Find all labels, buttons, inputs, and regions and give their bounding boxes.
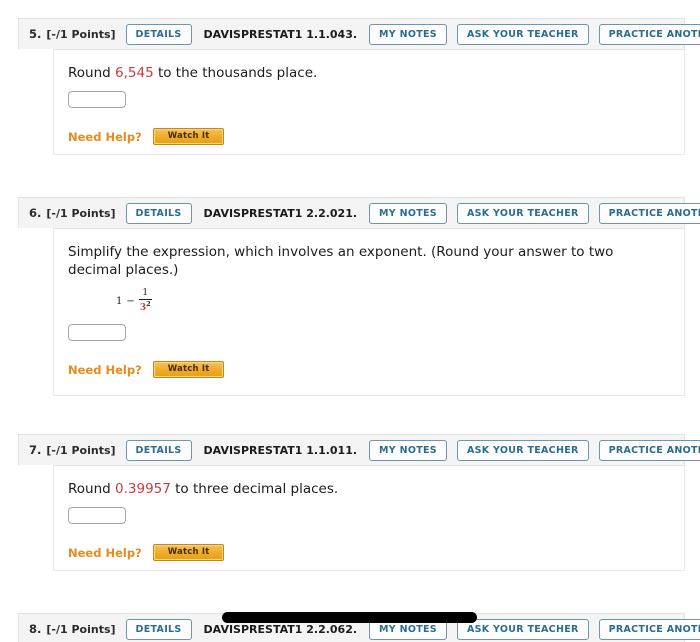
prompt-suffix: to three decimal places. bbox=[170, 481, 339, 497]
question-header-7: 7. [-/1 Points] DETAILS DAVISPRESTAT1 1.… bbox=[18, 434, 700, 465]
details-button-7[interactable]: DETAILS bbox=[125, 439, 192, 461]
question-code-6: DAVISPRESTAT1 2.2.021. bbox=[203, 206, 358, 220]
question-number-6: 6. bbox=[29, 206, 42, 220]
question-points-8: [-/1 Points] bbox=[46, 622, 116, 636]
answer-input-7[interactable] bbox=[68, 507, 126, 524]
question-header-5: 5. [-/1 Points] DETAILS DAVISPRESTAT1 1.… bbox=[18, 18, 700, 49]
question-card-5: 5. [-/1 Points] DETAILS DAVISPRESTAT1 1.… bbox=[18, 18, 700, 155]
question-header-6: 6. [-/1 Points] DETAILS DAVISPRESTAT1 2.… bbox=[18, 197, 700, 228]
fraction-numerator: 1 bbox=[142, 288, 149, 298]
question-number-8: 8. bbox=[29, 622, 42, 636]
need-help-row-5: Need Help? Watch It bbox=[68, 128, 670, 145]
math-operator: − bbox=[126, 295, 135, 307]
question-body-7: Round 0.39957 to three decimal places. N… bbox=[53, 465, 685, 571]
prompt-prefix: Round bbox=[68, 65, 116, 81]
watch-it-button-6[interactable]: Watch It bbox=[152, 361, 225, 378]
ask-your-teacher-button-8[interactable]: ASK YOUR TEACHER bbox=[456, 618, 589, 640]
question-points-5: [-/1 Points] bbox=[46, 27, 116, 41]
question-points-7: [-/1 Points] bbox=[46, 443, 116, 457]
question-prompt-5: Round 6,545 to the thousands place. bbox=[68, 64, 670, 82]
practice-another-button-7[interactable]: PRACTICE ANOTHER bbox=[598, 439, 700, 461]
practice-another-button-8[interactable]: PRACTICE ANOTHER bbox=[598, 618, 700, 640]
question-prompt-6: Simplify the expression, which involves … bbox=[68, 244, 614, 278]
prompt-suffix: to the thousands place. bbox=[153, 65, 318, 81]
details-button-8[interactable]: DETAILS bbox=[125, 618, 192, 640]
fraction-denominator: 32 bbox=[140, 300, 151, 313]
practice-another-button-6[interactable]: PRACTICE ANOTHER bbox=[598, 202, 700, 224]
watch-it-button-7[interactable]: Watch It bbox=[152, 544, 225, 561]
question-points-6: [-/1 Points] bbox=[46, 206, 116, 220]
ask-your-teacher-button-5[interactable]: ASK YOUR TEACHER bbox=[456, 23, 589, 45]
need-help-label-5: Need Help? bbox=[68, 129, 142, 144]
prompt-value: 6,545 bbox=[115, 65, 154, 81]
my-notes-button-5[interactable]: MY NOTES bbox=[369, 23, 447, 45]
question-prompt-7: Round 0.39957 to three decimal places. bbox=[68, 480, 670, 498]
question-body-6: Simplify the expression, which involves … bbox=[53, 228, 685, 396]
math-expression-6: 1 − 1 32 bbox=[116, 288, 670, 314]
answer-input-6[interactable] bbox=[68, 324, 126, 341]
denominator-exponent: 2 bbox=[146, 300, 151, 308]
assignment-page: 5. [-/1 Points] DETAILS DAVISPRESTAT1 1.… bbox=[0, 0, 700, 642]
need-help-label-7: Need Help? bbox=[68, 545, 142, 560]
details-button-5[interactable]: DETAILS bbox=[125, 23, 192, 45]
math-lead-term: 1 bbox=[116, 295, 123, 307]
question-code-7: DAVISPRESTAT1 1.1.011. bbox=[203, 443, 358, 457]
need-help-row-7: Need Help? Watch It bbox=[68, 544, 670, 561]
question-number-5: 5. bbox=[29, 27, 42, 41]
prompt-prefix: Round bbox=[68, 481, 116, 497]
question-number-7: 7. bbox=[29, 443, 42, 457]
need-help-label-6: Need Help? bbox=[68, 362, 142, 377]
question-code-5: DAVISPRESTAT1 1.1.043. bbox=[203, 27, 358, 41]
watch-it-button-5[interactable]: Watch It bbox=[152, 128, 225, 145]
practice-another-button-5[interactable]: PRACTICE ANOTHER bbox=[598, 23, 700, 45]
ask-your-teacher-button-7[interactable]: ASK YOUR TEACHER bbox=[456, 439, 589, 461]
my-notes-button-7[interactable]: MY NOTES bbox=[369, 439, 447, 461]
my-notes-button-6[interactable]: MY NOTES bbox=[369, 202, 447, 224]
answer-input-5[interactable] bbox=[68, 91, 126, 108]
question-card-6: 6. [-/1 Points] DETAILS DAVISPRESTAT1 2.… bbox=[18, 197, 700, 396]
details-button-6[interactable]: DETAILS bbox=[125, 202, 192, 224]
question-code-8: DAVISPRESTAT1 2.2.062. bbox=[203, 622, 358, 636]
need-help-row-6: Need Help? Watch It bbox=[68, 361, 670, 378]
redaction-bar bbox=[222, 612, 477, 623]
prompt-value: 0.39957 bbox=[115, 481, 171, 497]
math-fraction: 1 32 bbox=[138, 288, 152, 313]
question-card-7: 7. [-/1 Points] DETAILS DAVISPRESTAT1 1.… bbox=[18, 434, 700, 571]
ask-your-teacher-button-6[interactable]: ASK YOUR TEACHER bbox=[456, 202, 589, 224]
question-body-5: Round 6,545 to the thousands place. Need… bbox=[53, 49, 685, 155]
